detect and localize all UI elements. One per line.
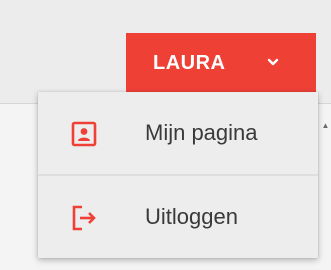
menu-item-mijn-pagina[interactable]: Mijn pagina [38,92,318,174]
user-name: LAURA [153,51,226,74]
menu-item-label: Uitloggen [145,204,238,229]
user-dropdown-menu: Mijn pagina Uitloggen [38,92,318,258]
logout-icon [72,205,96,231]
scroll-up-arrow-icon[interactable]: ▲ [320,120,331,131]
menu-item-label: Mijn pagina [145,120,258,145]
user-menu-button[interactable]: LAURA [126,33,316,93]
profile-icon [71,121,97,147]
menu-item-uitloggen[interactable]: Uitloggen [38,176,318,258]
chevron-down-icon [267,58,279,66]
